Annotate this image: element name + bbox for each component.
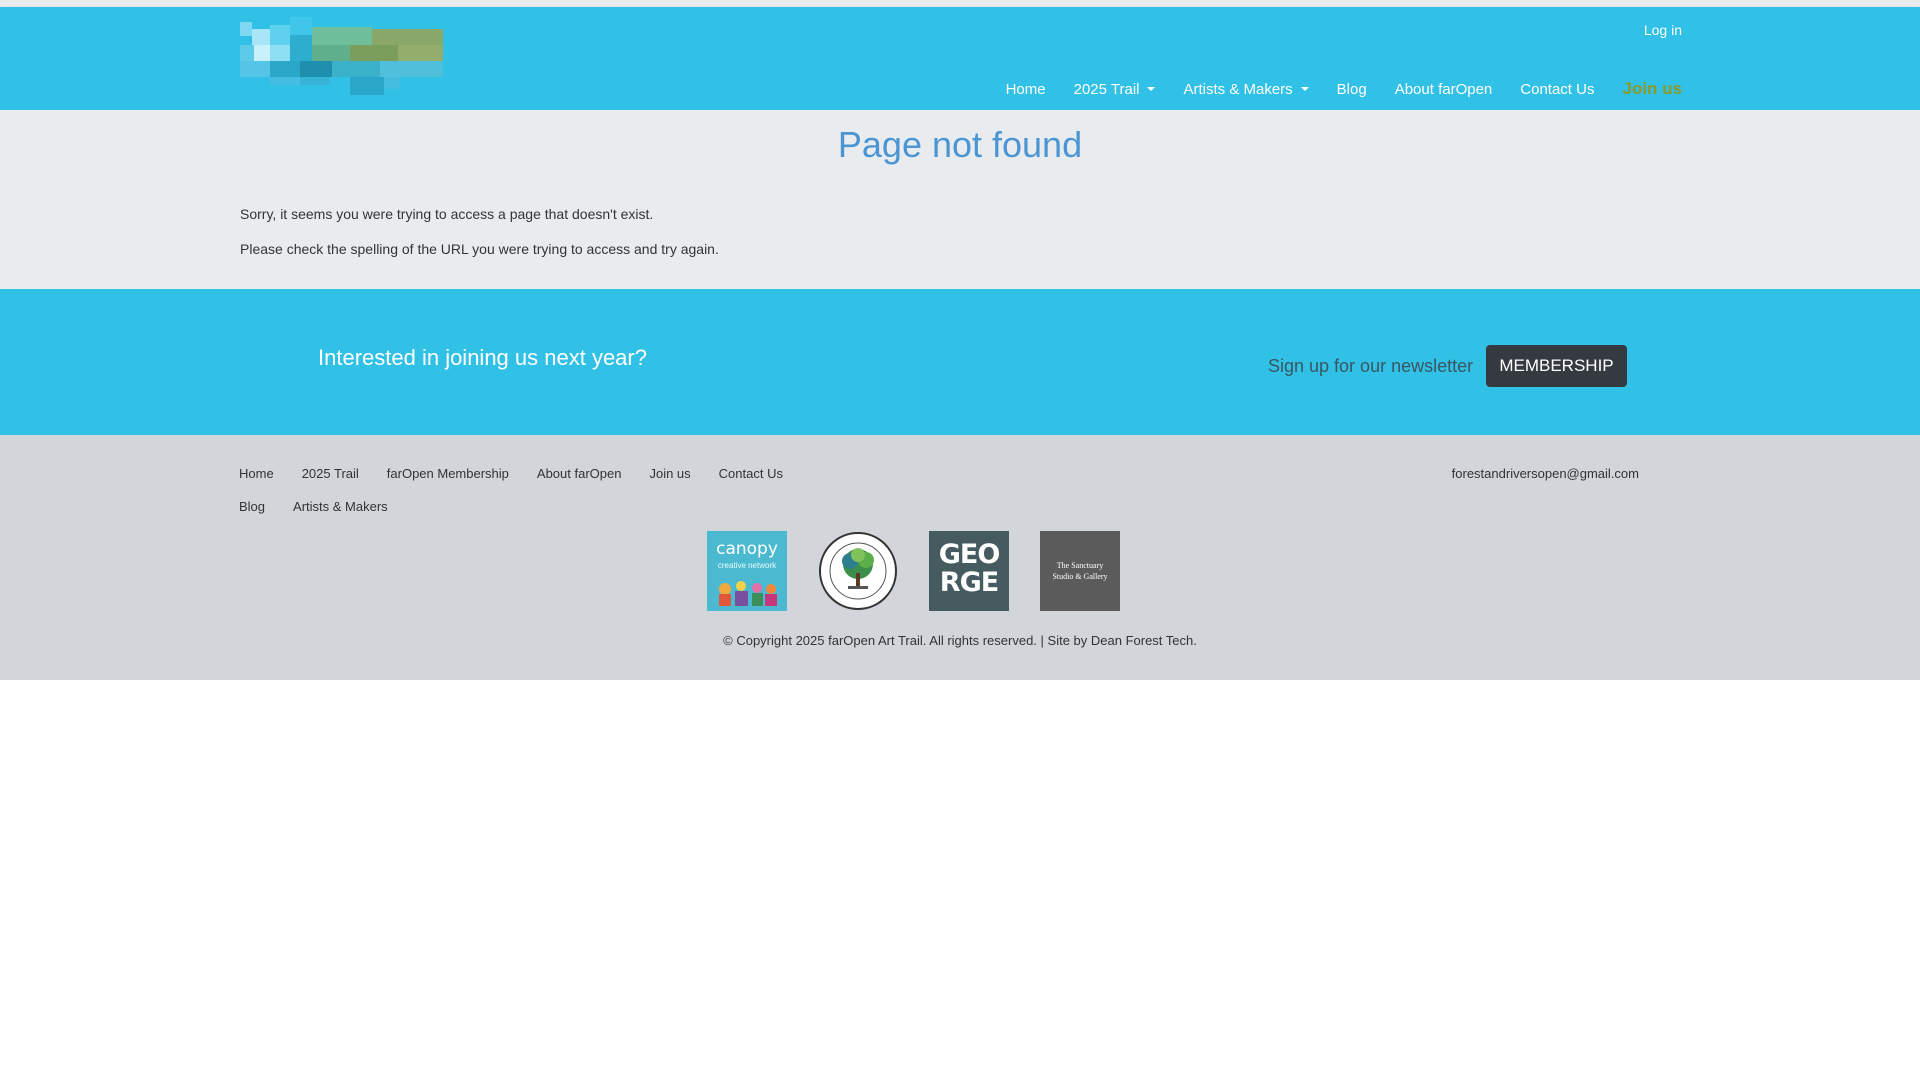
error-hint: Please check the spelling of the URL you…	[240, 241, 719, 257]
page-title: Page not found	[837, 124, 1083, 165]
sponsor-logos: canopy creative network GEO RGE The Sanc…	[707, 531, 1120, 611]
main-nav: Home 2025 Trail Artists & Makers Blog Ab…	[978, 79, 1682, 99]
nav-2025-trail[interactable]: 2025 Trail	[1074, 81, 1156, 98]
nav-home[interactable]: Home	[1006, 81, 1046, 98]
nav-contact[interactable]: Contact Us	[1520, 81, 1594, 98]
tree-emblem-icon	[819, 532, 897, 610]
footer-email[interactable]: forestandriversopen@gmail.com	[1452, 457, 1639, 490]
login-link[interactable]: Log in	[1644, 22, 1682, 38]
sanctuary-wordmark: The Sanctuary Studio & Gallery	[1052, 560, 1107, 582]
gorge-line-2: RGE	[939, 567, 999, 598]
site-logo[interactable]	[240, 17, 443, 95]
nav-artists-makers[interactable]: Artists & Makers	[1183, 81, 1308, 98]
nav-about[interactable]: About farOpen	[1395, 81, 1493, 98]
membership-button[interactable]: MEMBERSHIP	[1486, 345, 1627, 387]
footer-link-home[interactable]: Home	[239, 457, 274, 490]
sanctuary-line-1: The Sanctuary	[1056, 561, 1104, 570]
top-strip	[0, 0, 1920, 7]
canopy-logo[interactable]: canopy creative network	[707, 531, 787, 611]
footer-link-2025-trail[interactable]: 2025 Trail	[302, 457, 359, 490]
site-footer: Home 2025 Trail farOpen Membership About…	[0, 435, 1920, 680]
nav-blog[interactable]: Blog	[1337, 81, 1367, 98]
site-header: Log in Home 2025 Trail Artists & Makers …	[0, 7, 1920, 110]
join-cta-banner: Interested in joining us next year? Sign…	[0, 289, 1920, 435]
nav-join-us[interactable]: Join us	[1622, 79, 1682, 99]
gorge-wordmark: GEO RGE	[929, 541, 1009, 597]
footer-nav: Home 2025 Trail farOpen Membership About…	[239, 457, 859, 523]
footer-link-about[interactable]: About farOpen	[537, 457, 622, 490]
canopy-figures-icon	[719, 581, 777, 606]
cta-question: Interested in joining us next year?	[318, 345, 647, 370]
footer-link-artists-makers[interactable]: Artists & Makers	[293, 490, 388, 523]
footer-link-contact[interactable]: Contact Us	[719, 457, 783, 490]
the-gorge-logo[interactable]: GEO RGE	[929, 531, 1009, 611]
sanctuary-line-2: Studio & Gallery	[1052, 572, 1108, 581]
gorge-line-1: GEO	[938, 539, 1001, 570]
newsletter-label: Sign up for our newsletter	[1268, 356, 1474, 376]
footer-link-join-us[interactable]: Join us	[649, 457, 690, 490]
error-message: Sorry, it seems you were trying to acces…	[240, 206, 654, 222]
copyright-notice: © Copyright 2025 farOpen Art Trail. All …	[723, 633, 1197, 648]
footer-link-membership[interactable]: farOpen Membership	[387, 457, 509, 490]
footer-link-blog[interactable]: Blog	[239, 490, 265, 523]
main-content: Page not found Sorry, it seems you were …	[0, 110, 1920, 289]
forest-market-logo[interactable]	[818, 531, 898, 611]
sanctuary-logo[interactable]: The Sanctuary Studio & Gallery	[1040, 531, 1120, 611]
